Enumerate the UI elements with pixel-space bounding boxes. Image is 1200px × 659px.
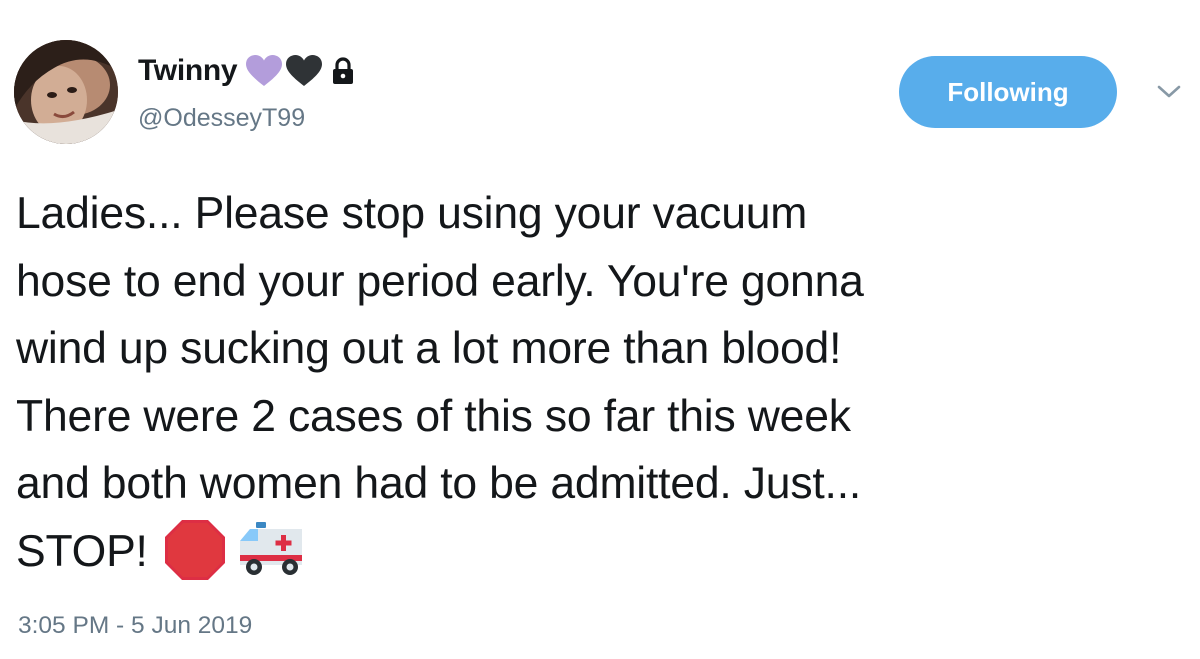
tweet-text-line: There were 2 cases of this so far this w… — [16, 391, 851, 441]
stop-sign-icon — [164, 519, 225, 580]
tweet-text-line: Ladies... Please stop using your vacuum — [16, 189, 808, 238]
user-handle[interactable]: @OdesseyT99 — [138, 104, 305, 133]
avatar-image — [14, 40, 118, 144]
tweet-text: Ladies... Please stop using your vacuum … — [16, 180, 1186, 585]
black-heart-icon — [285, 54, 323, 88]
tweet-text-stop: STOP! — [16, 526, 148, 576]
tweet-text-line: hose to end your period early. You're go… — [16, 256, 864, 306]
chevron-down-icon[interactable] — [1155, 82, 1183, 102]
purple-heart-icon — [245, 54, 283, 88]
tweet-text-line: and both women had to be admitted. Just.… — [16, 459, 862, 508]
following-button[interactable]: Following — [899, 56, 1117, 128]
tweet-text-last-line: STOP! — [16, 518, 1186, 586]
avatar[interactable] — [14, 40, 118, 144]
tweet-card: Twinny @OdesseyT99 Following Ladies... P… — [0, 0, 1200, 659]
lock-icon — [331, 56, 355, 86]
tweet-timestamp[interactable]: 3:05 PM - 5 Jun 2019 — [18, 612, 252, 640]
tweet-text-line: wind up sucking out a lot more than bloo… — [16, 324, 842, 373]
user-name-row: Twinny — [138, 46, 355, 96]
display-name[interactable]: Twinny — [138, 54, 238, 88]
ambulance-icon — [239, 521, 302, 575]
